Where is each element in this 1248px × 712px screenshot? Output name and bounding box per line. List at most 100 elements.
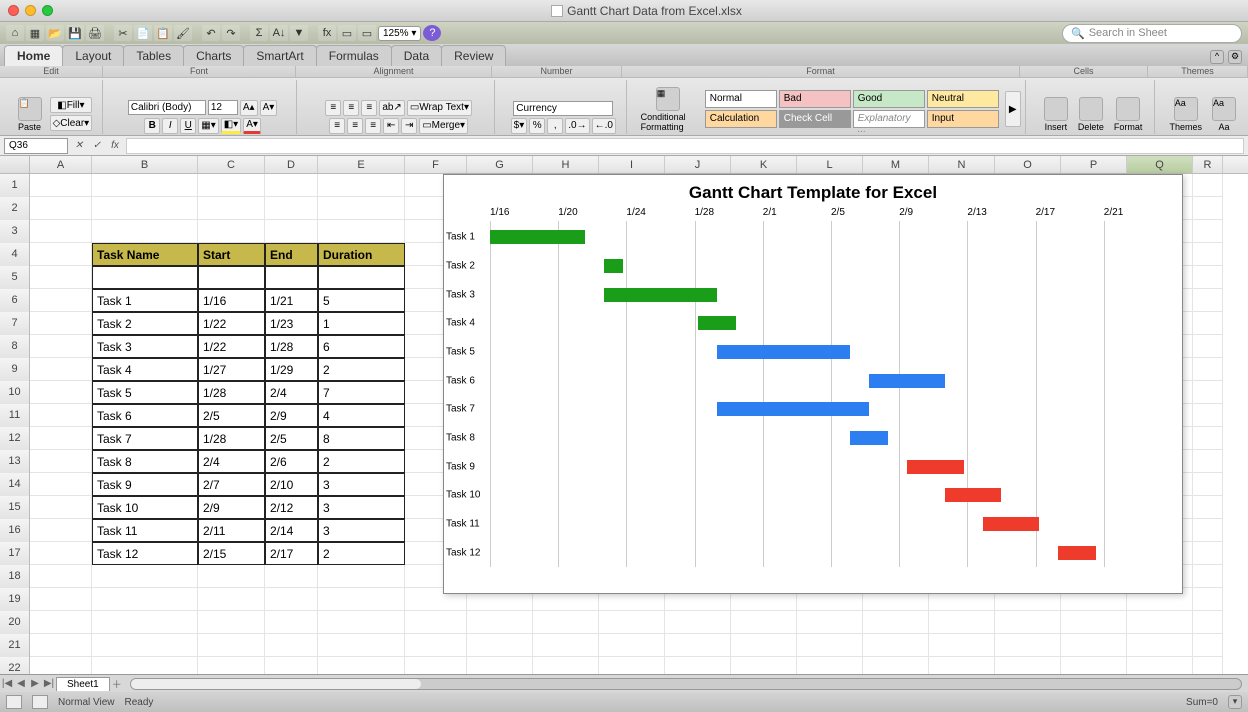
row-header-12[interactable]: 12 [0,427,30,450]
cell-B20[interactable] [92,611,198,634]
row-header-3[interactable]: 3 [0,220,30,243]
delete-cells-button[interactable]: Delete [1074,95,1108,134]
cell-R22[interactable] [1193,657,1223,674]
cell-C7[interactable]: 1/22 [198,312,265,335]
cell-C21[interactable] [198,634,265,657]
cell-K21[interactable] [731,634,797,657]
column-header-Q[interactable]: Q [1127,156,1193,173]
gantt-bar[interactable] [983,517,1040,531]
column-header-A[interactable]: A [30,156,92,173]
cell-D3[interactable] [265,220,318,243]
indent-left-icon[interactable]: ⇤ [383,118,399,134]
cell-B4[interactable]: Task Name [92,243,198,266]
themes-button[interactable]: AaThemes [1165,95,1206,134]
cell-R2[interactable] [1193,197,1223,220]
column-header-M[interactable]: M [863,156,929,173]
cell-Q21[interactable] [1127,634,1193,657]
close-window-button[interactable] [8,5,19,16]
minimize-window-button[interactable] [25,5,36,16]
gantt-bar[interactable] [717,402,869,416]
tab-charts[interactable]: Charts [183,45,244,66]
column-header-D[interactable]: D [265,156,318,173]
cell-K22[interactable] [731,657,797,674]
cell-C20[interactable] [198,611,265,634]
cell-C19[interactable] [198,588,265,611]
italic-button[interactable]: I [162,118,178,134]
cell-F20[interactable] [405,611,467,634]
cell-A15[interactable] [30,496,92,519]
tab-review[interactable]: Review [441,45,506,66]
cell-L21[interactable] [797,634,863,657]
collapse-ribbon-button[interactable]: ^ [1210,50,1224,64]
cell-D15[interactable]: 2/12 [265,496,318,519]
cell-A5[interactable] [30,266,92,289]
cell-D11[interactable]: 2/9 [265,404,318,427]
styles-more-icon[interactable]: ▶ [1005,91,1021,127]
cell-C17[interactable]: 2/15 [198,542,265,565]
currency-icon[interactable]: $▾ [511,118,528,134]
cell-C4[interactable]: Start [198,243,265,266]
cell-D8[interactable]: 1/28 [265,335,318,358]
cell-E21[interactable] [318,634,405,657]
merge-button[interactable]: ▭ Merge ▾ [419,118,468,134]
insert-cells-button[interactable]: Insert [1040,95,1072,134]
cancel-formula-icon[interactable]: ✕ [72,140,86,151]
align-bottom-icon[interactable]: ≡ [361,100,377,116]
column-header-B[interactable]: B [92,156,198,173]
cell-R4[interactable] [1193,243,1223,266]
cell-C1[interactable] [198,174,265,197]
cell-E15[interactable]: 3 [318,496,405,519]
align-right-icon[interactable]: ≡ [365,118,381,134]
cell-D9[interactable]: 1/29 [265,358,318,381]
cell-R17[interactable] [1193,542,1223,565]
cell-B3[interactable] [92,220,198,243]
cell-A13[interactable] [30,450,92,473]
worksheet[interactable]: ABCDEFGHIJKLMNOPQR 1234Task NameStartEnd… [0,156,1248,674]
cell-P21[interactable] [1061,634,1127,657]
column-header-O[interactable]: O [995,156,1061,173]
cell-K20[interactable] [731,611,797,634]
cell-D6[interactable]: 1/21 [265,289,318,312]
indent-right-icon[interactable]: ⇥ [401,118,417,134]
cell-E12[interactable]: 8 [318,427,405,450]
cell-E9[interactable]: 2 [318,358,405,381]
cell-A6[interactable] [30,289,92,312]
cell-C9[interactable]: 1/27 [198,358,265,381]
cell-C12[interactable]: 1/28 [198,427,265,450]
cell-B21[interactable] [92,634,198,657]
cell-B14[interactable]: Task 9 [92,473,198,496]
cell-I22[interactable] [599,657,665,674]
cell-R18[interactable] [1193,565,1223,588]
cell-D16[interactable]: 2/14 [265,519,318,542]
cell-A11[interactable] [30,404,92,427]
cell-B15[interactable]: Task 10 [92,496,198,519]
cell-C15[interactable]: 2/9 [198,496,265,519]
cell-B22[interactable] [92,657,198,674]
increase-decimal-icon[interactable]: .0→ [565,118,589,134]
gantt-bar[interactable] [945,488,1002,502]
row-header-17[interactable]: 17 [0,542,30,565]
style-input[interactable]: Input [927,110,999,128]
cell-O22[interactable] [995,657,1061,674]
cell-E19[interactable] [318,588,405,611]
gantt-chart[interactable]: Gantt Chart Template for Excel 1/161/201… [443,174,1183,594]
cell-R16[interactable] [1193,519,1223,542]
home-icon[interactable]: ⌂ [6,25,24,41]
cell-C5[interactable] [198,266,265,289]
cell-A17[interactable] [30,542,92,565]
cell-E10[interactable]: 7 [318,381,405,404]
cell-E16[interactable]: 3 [318,519,405,542]
cell-B8[interactable]: Task 3 [92,335,198,358]
zoom-select[interactable]: 125% ▾ [378,26,421,41]
cell-E13[interactable]: 2 [318,450,405,473]
cell-B2[interactable] [92,197,198,220]
cell-R19[interactable] [1193,588,1223,611]
column-header-J[interactable]: J [665,156,731,173]
cell-D5[interactable] [265,266,318,289]
cell-D21[interactable] [265,634,318,657]
underline-button[interactable]: U [180,118,196,134]
gantt-bar[interactable] [869,374,945,388]
cell-N20[interactable] [929,611,995,634]
cell-E2[interactable] [318,197,405,220]
cell-D4[interactable]: End [265,243,318,266]
